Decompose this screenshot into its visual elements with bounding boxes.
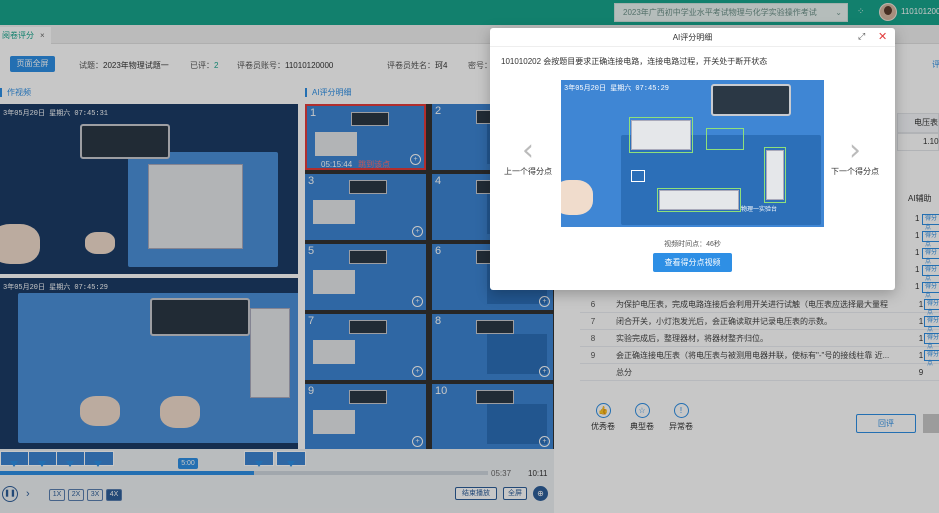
detection-box <box>629 117 693 153</box>
modal-title: AI评分明细 <box>490 28 895 47</box>
ai-score-detail-modal: AI评分明细 ⤢ ✕ 101010202 会按题目要求正确连接电路，连接电路过程… <box>490 28 895 290</box>
video-time-point: 视频时间点：46秒 <box>664 241 721 248</box>
detection-box <box>657 188 741 212</box>
image-meter <box>711 84 791 116</box>
detection-box <box>631 170 645 182</box>
chevron-right-icon: › <box>849 133 861 168</box>
chevron-left-icon: ‹ <box>522 133 534 168</box>
next-score-point-button[interactable]: › 下一个得分点 <box>827 133 883 177</box>
image-hand <box>561 180 593 215</box>
modal-question: 101010202 会按题目要求正确连接电路，连接电路过程，开关处于断开状态 <box>501 57 768 66</box>
prev-label: 上一个得分点 <box>504 167 552 176</box>
prev-score-point-button[interactable]: ‹ 上一个得分点 <box>500 133 556 177</box>
score-point-image: 3年05月20日 星期六 07:45:29 物理一实验台 <box>561 80 824 227</box>
image-label: 物理一实验台 <box>741 206 778 213</box>
detection-box <box>764 147 786 203</box>
next-label: 下一个得分点 <box>831 167 879 176</box>
view-score-point-video-button[interactable]: 查看得分点视频 <box>653 253 732 272</box>
detection-box <box>706 128 744 150</box>
expand-icon[interactable]: ⤢ <box>858 31 865 42</box>
close-icon[interactable]: ✕ <box>878 30 887 43</box>
image-timestamp: 3年05月20日 星期六 07:45:29 <box>564 85 670 93</box>
